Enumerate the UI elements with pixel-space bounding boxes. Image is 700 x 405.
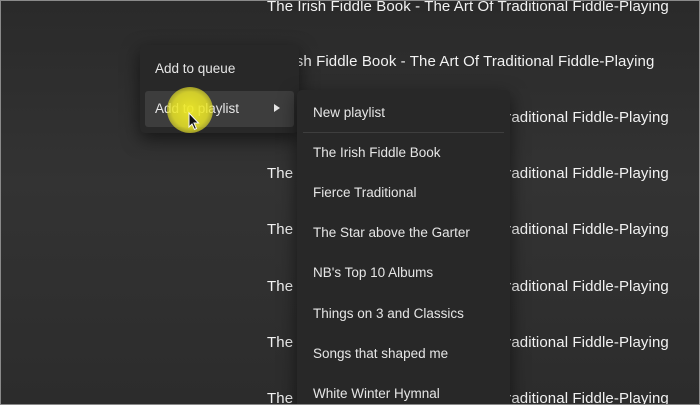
add-to-queue-label: Add to queue [155,61,236,76]
playlist-item[interactable]: Things on 3 and Classics [297,294,510,334]
new-playlist-item[interactable]: New playlist [297,93,510,133]
playlist-item[interactable]: NB's Top 10 Albums [297,253,510,293]
playlist-item-label: Things on 3 and Classics [313,306,464,321]
playlist-item-label: The Irish Fiddle Book [313,145,441,160]
playlist-item-label: NB's Top 10 Albums [313,265,434,280]
playlist-item-label: Songs that shaped me [313,346,449,361]
playlist-item[interactable]: The Star above the Garter [297,213,510,253]
add-to-queue-item[interactable]: Add to queue [145,51,294,87]
playlist-item-label: Fierce Traditional [313,185,417,200]
playlist-item-label: White Winter Hymnal [313,386,440,401]
track-row-title[interactable]: Irish Fiddle Book - The Art Of Tradition… [283,53,654,70]
add-to-playlist-label: Add to playlist [155,101,240,116]
playlist-item[interactable]: The Irish Fiddle Book [297,133,510,173]
track-row-title[interactable]: The Irish Fiddle Book - The Art Of Tradi… [267,1,669,15]
playlist-item[interactable]: White Winter Hymnal [297,374,510,404]
playlist-item[interactable]: Songs that shaped me [297,334,510,374]
chevron-right-icon [274,104,280,112]
playlist-submenu: New playlist The Irish Fiddle Book Fierc… [297,90,510,404]
playlist-item-label: The Star above the Garter [313,225,470,240]
playlist-item[interactable]: Fierce Traditional [297,173,510,213]
context-menu: Add to queue Add to playlist [140,45,299,133]
app-frame: The Irish Fiddle Book - The Art Of Tradi… [0,0,700,405]
add-to-playlist-item[interactable]: Add to playlist [145,91,294,127]
new-playlist-label: New playlist [313,105,386,120]
